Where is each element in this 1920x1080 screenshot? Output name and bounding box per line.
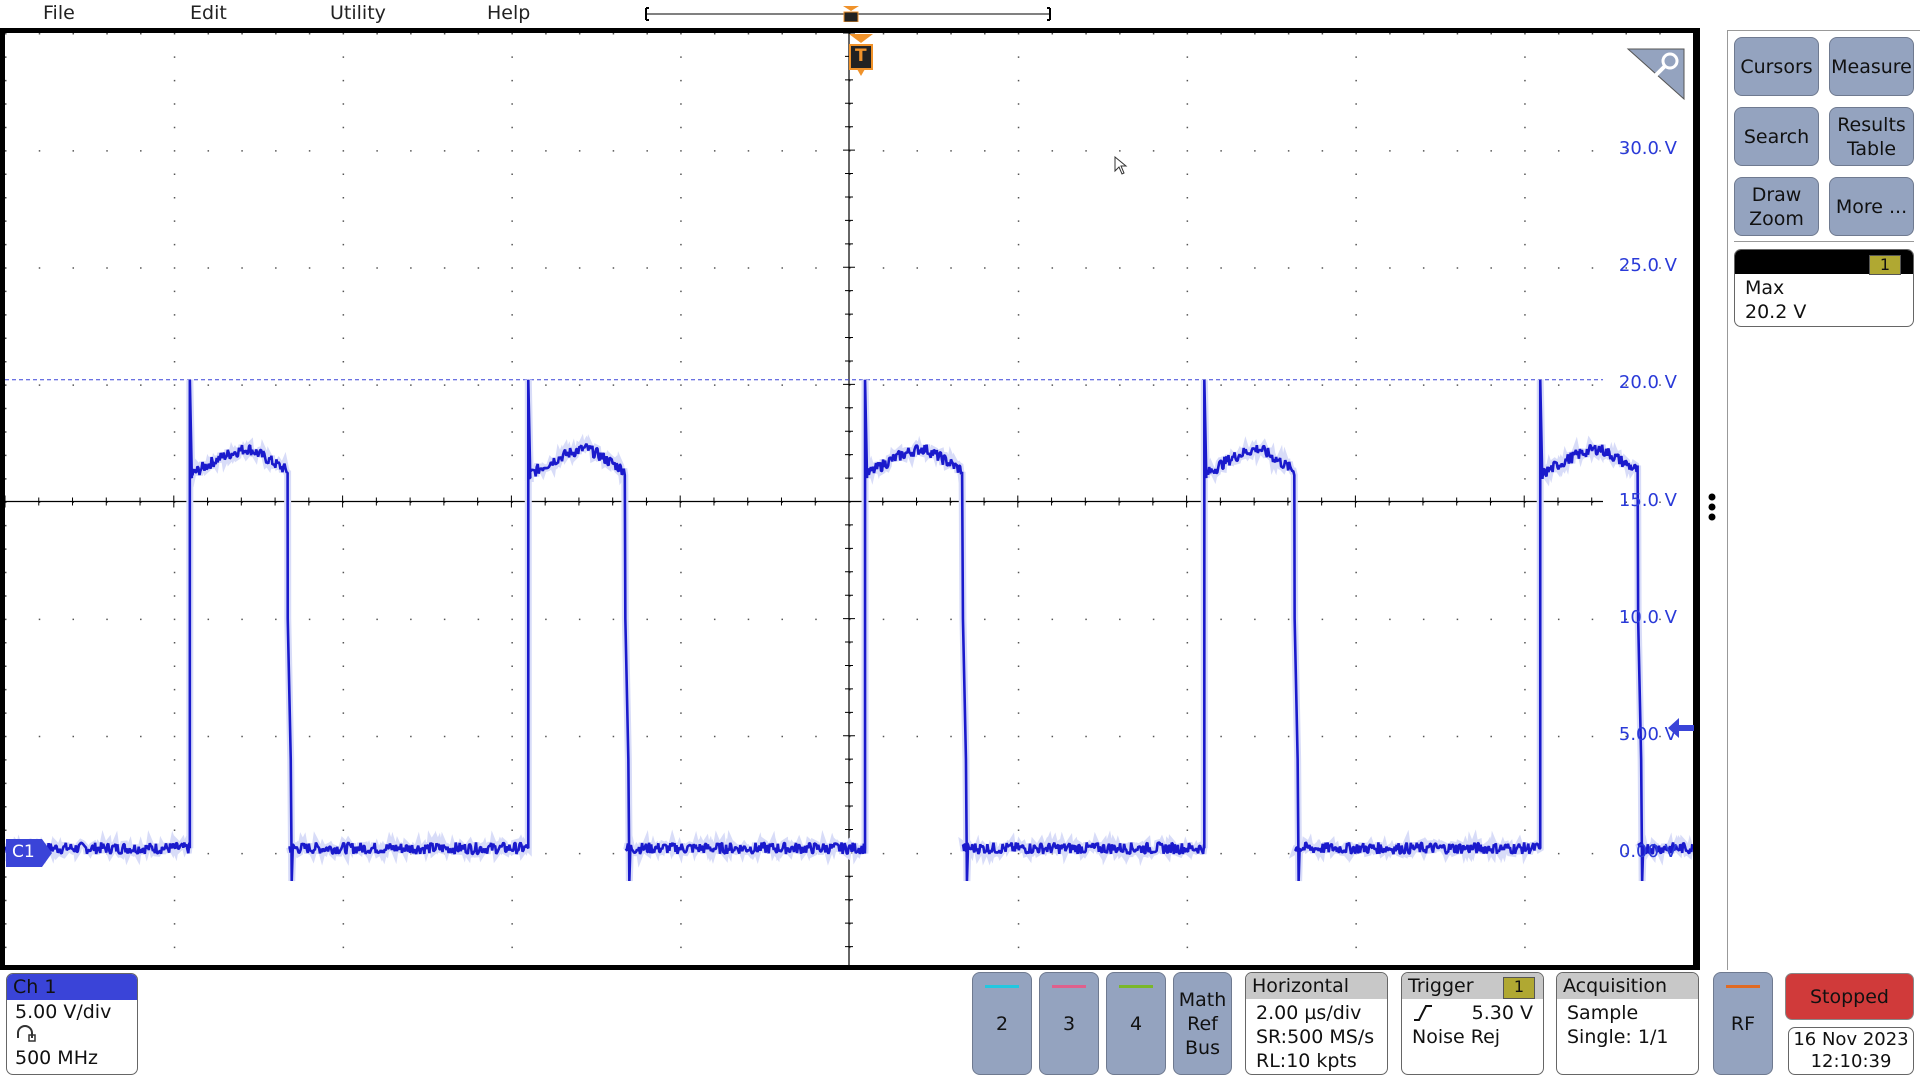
datetime-display[interactable]: 16 Nov 2023 12:10:39: [1788, 1027, 1914, 1075]
cursors-button[interactable]: Cursors: [1734, 37, 1819, 96]
trigger-level-arrow[interactable]: [1668, 717, 1694, 739]
record-length: RL:10 kpts: [1256, 1050, 1357, 1072]
draw-zoom-button[interactable]: Draw Zoom: [1734, 177, 1819, 236]
channel2-label: 2: [995, 1012, 1009, 1035]
divider: [1734, 241, 1914, 242]
channel1-scale: 5.00 V/div: [15, 1001, 112, 1023]
ref-label: Ref: [1187, 1012, 1218, 1035]
channel1-bandwidth: 500 MHz: [15, 1047, 98, 1069]
acquisition-state: Single: 1/1: [1567, 1026, 1669, 1048]
right-panel: [1727, 30, 1920, 970]
channel1-badge[interactable]: Ch 1 5.00 V/div 500 MHz: [6, 973, 138, 1075]
channel2-button[interactable]: 2: [972, 972, 1032, 1075]
math-label: Math: [1178, 988, 1227, 1011]
menu-file[interactable]: File: [43, 2, 75, 24]
run-state-label: Stopped: [1809, 985, 1889, 1008]
horizontal-badge[interactable]: Horizontal 2.00 µs/div SR:500 MS/s RL:10…: [1245, 972, 1388, 1075]
menu-utility[interactable]: Utility: [330, 2, 386, 24]
menu-help[interactable]: Help: [487, 2, 530, 24]
more-button[interactable]: More ...: [1829, 177, 1914, 236]
horizontal-scale: 2.00 µs/div: [1256, 1002, 1362, 1024]
y-tick-label: 15.0 V: [1618, 489, 1677, 511]
measure-button[interactable]: Measure: [1829, 37, 1914, 96]
date: 16 Nov 2023: [1793, 1029, 1909, 1050]
run-stop-button[interactable]: Stopped: [1785, 973, 1914, 1020]
channel4-button[interactable]: 4: [1106, 972, 1166, 1075]
acquisition-title: Acquisition: [1557, 973, 1698, 999]
trigger-mode: Noise Rej: [1412, 1026, 1501, 1048]
y-tick-label: 30.0 V: [1618, 138, 1677, 160]
y-tick-label: 25.0 V: [1618, 255, 1677, 277]
channel1-ground-marker[interactable]: C1: [6, 839, 54, 867]
channel3-button[interactable]: 3: [1039, 972, 1099, 1075]
measurement-badge-max[interactable]: 1 Max 20.2 V: [1734, 249, 1914, 327]
waveform-display[interactable]: 30.0 V 25.0 V 20.0 V 15.0 V 10.0 V 5.00 V 0.00…: [0, 28, 1700, 970]
acquisition-badge[interactable]: Acquisition Sample Single: 1/1: [1556, 972, 1699, 1075]
sample-rate: SR:500 MS/s: [1256, 1026, 1375, 1048]
trigger-level: 5.30 V: [1471, 1002, 1533, 1024]
rf-label: RF: [1730, 1012, 1756, 1035]
y-tick-label: 0.00 V: [1618, 840, 1677, 862]
y-tick-label: 20.0 V: [1618, 372, 1677, 394]
rising-edge-icon: [1414, 1005, 1432, 1021]
measurement-source: 1: [1868, 255, 1901, 275]
math-ref-bus-button[interactable]: Math Ref Bus: [1173, 972, 1232, 1075]
channel4-label: 4: [1129, 1012, 1143, 1035]
trigger-badge[interactable]: Trigger 1 5.30 V Noise Rej: [1401, 972, 1544, 1075]
acquisition-mode: Sample: [1567, 1002, 1639, 1024]
horizontal-title: Horizontal: [1246, 973, 1387, 999]
trigger-source: 1: [1502, 977, 1535, 999]
trigger-position-marker[interactable]: T: [847, 34, 877, 80]
trigger-marker-label: T: [855, 46, 867, 66]
timeline-trigger-marker: [843, 6, 859, 22]
measurement-label: Max: [1745, 277, 1785, 299]
results-table-button[interactable]: Results Table: [1829, 107, 1914, 166]
graticule: [5, 33, 1693, 970]
time: 12:10:39: [1810, 1051, 1892, 1072]
bus-label: Bus: [1185, 1036, 1220, 1059]
zoom-icon[interactable]: [1626, 45, 1686, 101]
mouse-cursor-icon: [1114, 156, 1128, 175]
more-options-icon[interactable]: [1706, 492, 1718, 524]
trigger-title: Trigger: [1408, 975, 1474, 997]
menu-edit[interactable]: Edit: [190, 2, 227, 24]
probe-icon: [15, 1024, 129, 1046]
channel3-label: 3: [1062, 1012, 1076, 1035]
y-tick-label: 10.0 V: [1618, 606, 1677, 628]
channel1-title: Ch 1: [7, 974, 137, 1000]
y-tick-label: 5.00 V: [1618, 723, 1677, 745]
search-button[interactable]: Search: [1734, 107, 1819, 166]
measurement-value: 20.2 V: [1745, 301, 1807, 323]
record-timeline[interactable]: [644, 6, 1052, 22]
c1-label: C1: [12, 842, 35, 862]
rf-button[interactable]: RF: [1713, 972, 1773, 1075]
